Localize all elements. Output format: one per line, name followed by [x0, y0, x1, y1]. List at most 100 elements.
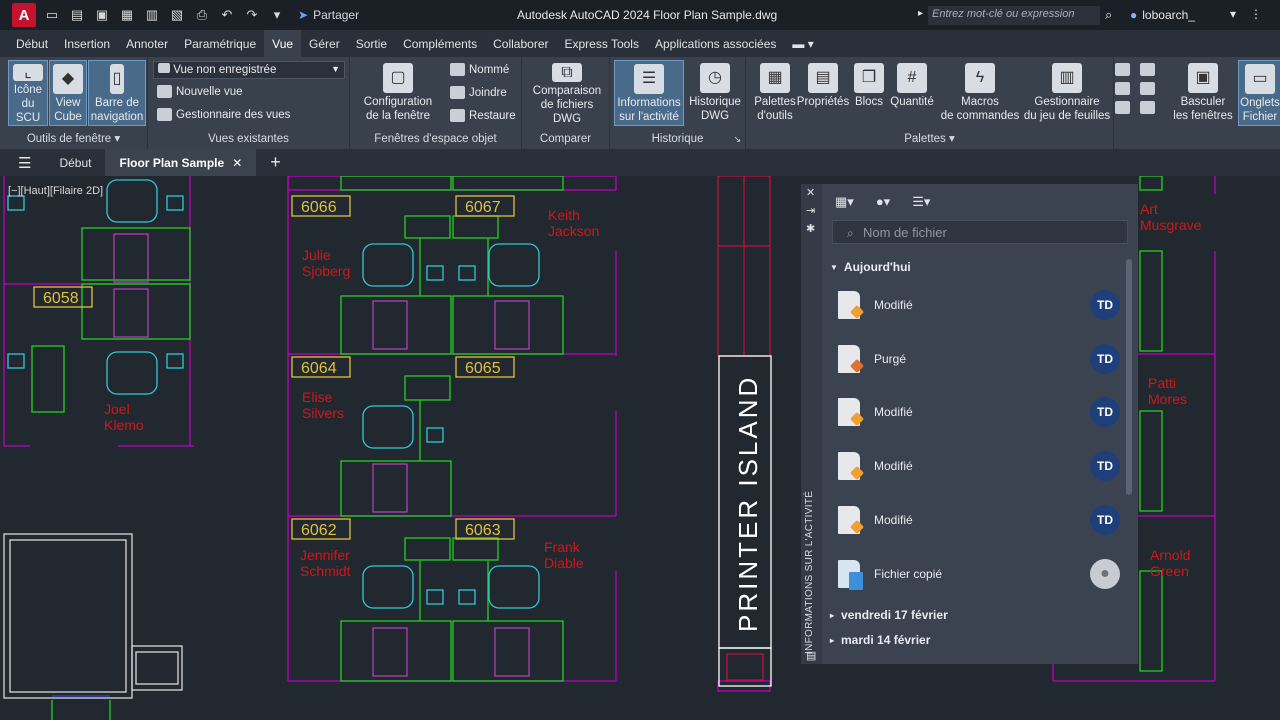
tab-annoter[interactable]: Annoter [118, 30, 176, 57]
palette-small-icon[interactable] [1115, 82, 1130, 95]
cloud-open-icon[interactable]: ▥ [143, 7, 161, 23]
tab-complements[interactable]: Compléments [395, 30, 485, 57]
user-avatar[interactable]: TD [1090, 505, 1120, 535]
tab-insertion[interactable]: Insertion [56, 30, 118, 57]
view-manager-button[interactable]: Gestionnaire des vues [157, 108, 290, 121]
new-icon[interactable]: ▭ [43, 7, 61, 23]
file-tab-floor-plan[interactable]: Floor Plan Sample ✕ [105, 149, 257, 176]
palette-small-icon[interactable] [1140, 101, 1155, 114]
ribbon-tabs: Début Insertion Annoter Paramétrique Vue… [0, 30, 1280, 57]
file-tab-debut[interactable]: Début [45, 149, 105, 176]
dwg-compare-button[interactable]: ⧉ Comparaison de fichiers DWG [527, 60, 607, 126]
tab-parametrique[interactable]: Paramétrique [176, 30, 264, 57]
user-avatar[interactable]: TD [1090, 451, 1120, 481]
viewcube-button[interactable]: ◆ View Cube [49, 60, 87, 126]
tab-collaborer[interactable]: Collaborer [485, 30, 556, 57]
view-manager-icon [157, 108, 172, 121]
modified-document-icon [838, 291, 860, 319]
activity-item[interactable]: Modifié TD [832, 392, 1122, 432]
activity-insights-button[interactable]: ☰ Informations sur l'activité [614, 60, 684, 126]
new-view-button[interactable]: Nouvelle vue [157, 85, 242, 98]
properties-icon[interactable]: ✱ [806, 222, 815, 235]
dwg-history-button[interactable]: ◷ Historique DWG [686, 60, 744, 126]
title-bar: A ▭ ▤ ▣ ▦ ▥ ▧ ⎙ ↶ ↷ ▾ ➤ Partager Autodes… [0, 0, 1280, 30]
named-viewports-button[interactable]: Nommé [450, 63, 509, 76]
activity-item[interactable]: Modifié TD [832, 500, 1122, 540]
panel-title[interactable]: Palettes ▾ [746, 131, 1113, 147]
desk [1139, 176, 1163, 191]
quick-access-dropdown-icon[interactable]: ▾ [268, 7, 286, 23]
plot-icon[interactable]: ⎙ [193, 7, 211, 23]
navigation-bar-button[interactable]: ▯ Barre de navigation [88, 60, 146, 126]
user-menu[interactable]: ● loboarch_ [1130, 8, 1195, 22]
palette-small-icon[interactable] [1115, 63, 1130, 76]
open-icon[interactable]: ▤ [68, 7, 86, 23]
user-filter-icon[interactable]: ●▾ [876, 194, 890, 210]
palette-scrollbar[interactable] [1126, 259, 1132, 495]
blocks-button[interactable]: ❒ Blocs [852, 60, 886, 126]
list-filter-icon[interactable]: ☰▾ [912, 194, 930, 210]
filename-search-input[interactable]: Nom de fichier [832, 220, 1128, 244]
switch-windows-button[interactable]: ▣ Basculer les fenêtres [1171, 60, 1235, 126]
restore-viewports-button[interactable]: Restaure [450, 109, 516, 122]
sheet-set-manager-button[interactable]: ▥ Gestionnaire du jeu de feuilles [1022, 60, 1112, 126]
tab-sortie[interactable]: Sortie [348, 30, 395, 57]
file-tabs-button[interactable]: ▭ Onglets Fichier [1238, 60, 1280, 126]
search-icon[interactable]: ⌕ [1105, 7, 1112, 23]
properties-button[interactable]: ▤ Propriétés [796, 60, 850, 126]
panel-title[interactable]: Outils de fenêtre ▾ [0, 131, 147, 147]
hamburger-icon[interactable]: ☰ [18, 154, 31, 172]
command-macros-button[interactable]: ϟ Macros de commandes [938, 60, 1022, 126]
autocad-logo[interactable]: A [12, 3, 36, 27]
viewport-config-button[interactable]: ▢ Configuration de la fenêtre [357, 60, 439, 126]
tab-vue[interactable]: Vue [264, 30, 302, 57]
switch-windows-icon: ▣ [1188, 63, 1218, 93]
palette-small-icon[interactable] [1115, 101, 1130, 114]
scu-icon-button[interactable]: ⌞ Icône du SCU [8, 60, 48, 126]
tab-applications[interactable]: Applications associées [647, 30, 784, 57]
join-viewports-button[interactable]: Joindre [450, 86, 507, 99]
user-avatar[interactable]: TD [1090, 397, 1120, 427]
activity-item[interactable]: Modifié TD [832, 446, 1122, 486]
activity-item[interactable]: Purgé TD [832, 339, 1122, 379]
palette-small-icon[interactable] [1140, 63, 1155, 76]
view-select[interactable]: Vue non enregistrée ▼ [153, 61, 345, 79]
ribbon-options-icon[interactable]: ▬ ▾ [784, 30, 821, 57]
desk [340, 460, 452, 517]
activity-item[interactable]: Fichier copié ● [832, 554, 1122, 594]
close-icon[interactable]: ✕ [806, 186, 815, 199]
redo-icon[interactable]: ↷ [243, 7, 261, 23]
activity-item[interactable]: Modifié TD [832, 285, 1122, 325]
more-icon[interactable]: ⋮ [1250, 7, 1262, 21]
chevron-right-icon[interactable]: ▸ [918, 8, 923, 19]
autohide-icon[interactable]: ⇥ [806, 204, 815, 217]
group-today[interactable]: ▼ Aujourd'hui [830, 260, 911, 274]
user-avatar[interactable]: TD [1090, 290, 1120, 320]
quantity-button[interactable]: # Quantité [888, 60, 936, 126]
close-icon[interactable]: ✕ [232, 156, 242, 170]
navbar-icon: ▯ [110, 64, 124, 94]
tab-debut[interactable]: Début [8, 30, 56, 57]
calendar-filter-icon[interactable]: ▦▾ [835, 194, 854, 210]
viewport-controls-label[interactable]: [−][Haut][Filaire 2D] [8, 185, 103, 197]
group-date[interactable]: ▸ vendredi 17 février [830, 608, 948, 622]
tab-express-tools[interactable]: Express Tools [556, 30, 646, 57]
cloud-save-icon[interactable]: ▧ [168, 7, 186, 23]
user-avatar[interactable]: ● [1090, 559, 1120, 589]
activity-icon[interactable]: ▤ [806, 649, 816, 662]
search-input[interactable]: Entrez mot-clé ou expression [928, 6, 1100, 25]
purge-document-icon [838, 345, 860, 373]
palette-small-icon[interactable] [1140, 82, 1155, 95]
save-icon[interactable]: ▣ [93, 7, 111, 23]
user-avatar[interactable]: TD [1090, 344, 1120, 374]
undo-icon[interactable]: ↶ [218, 7, 236, 23]
activity-insights-palette: ✕ ⇥ ✱ INFORMATIONS SUR L'ACTIVITÉ ▤ ▦▾ ●… [801, 184, 1138, 664]
dropdown-icon[interactable]: ▾ [1230, 7, 1236, 21]
saveas-icon[interactable]: ▦ [118, 7, 136, 23]
new-tab-icon[interactable]: + [270, 152, 281, 173]
tool-palettes-button[interactable]: ▦ Palettes d'outils [750, 60, 800, 126]
share-button[interactable]: ➤ Partager [298, 8, 359, 22]
group-date[interactable]: ▸ mardi 14 février [830, 633, 930, 647]
tab-gerer[interactable]: Gérer [301, 30, 348, 57]
palette-title-bar[interactable]: ✕ ⇥ ✱ INFORMATIONS SUR L'ACTIVITÉ ▤ [801, 184, 822, 664]
